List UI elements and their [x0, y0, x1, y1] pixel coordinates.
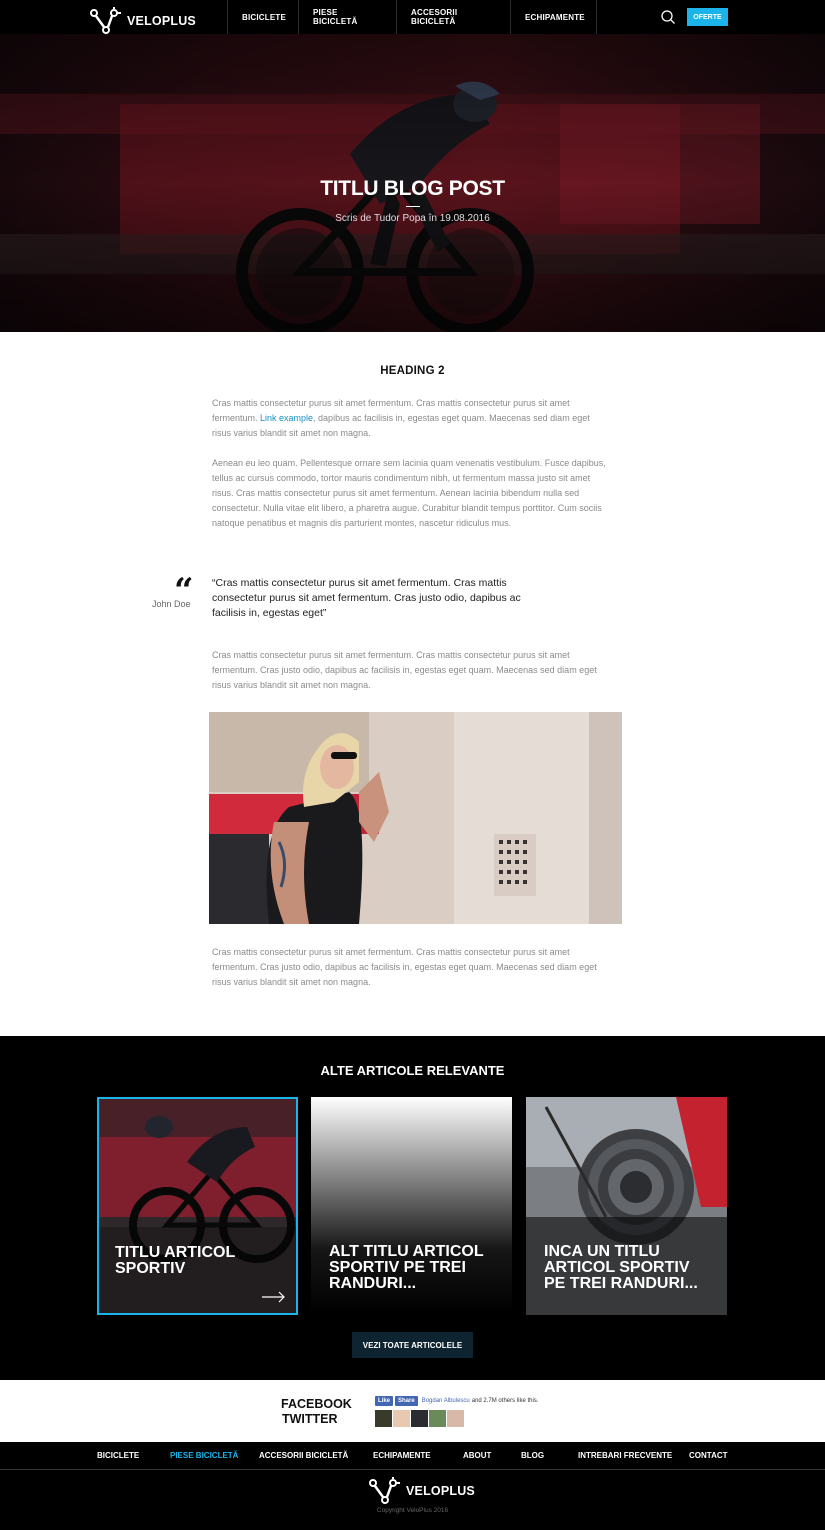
inline-link[interactable]: Link example: [260, 413, 313, 423]
avatar[interactable]: [429, 1410, 446, 1427]
related-card-2[interactable]: ALT TITLU ARTICOL SPORTIV PE TREI RANDUR…: [311, 1097, 512, 1315]
woman-with-sunglasses-image: [209, 712, 622, 924]
related-title: ALTE ARTICOLE RELEVANTE: [320, 1063, 505, 1078]
social-section: FACEBOOK TWITTER Like Share Bogdan Albul…: [0, 1380, 825, 1442]
facebook-like-widget: Like Share Bogdan Albulescu and 2.7M oth…: [375, 1396, 538, 1406]
veloplus-logo-icon: [369, 1477, 400, 1504]
article-paragraph-2: Aenean eu leo quam. Pellentesque ornare …: [212, 458, 606, 528]
top-navbar: VELOPLUS BICICLETE PIESE BICICLETĂ ACCES…: [0, 0, 825, 34]
fb-share-label: Share: [398, 1398, 415, 1404]
hero-banner: TITLU BLOG POST Scris de Tudor Popa în 1…: [0, 34, 825, 332]
card-1-title: TITLU ARTICOL SPORTIV: [115, 1244, 235, 1277]
nav-item-accesorii-bicicleta[interactable]: ACCESORII BICICLETĂ: [397, 0, 511, 34]
avatar[interactable]: [411, 1410, 428, 1427]
footer-brand-name: VELOPLUS: [406, 1484, 475, 1498]
nav-item-piese-bicicleta[interactable]: PIESE BICICLETĂ: [299, 0, 397, 34]
blockquote: “Cras mattis consectetur purus sit amet …: [212, 577, 521, 619]
avatar[interactable]: [447, 1410, 464, 1427]
title-divider: [406, 206, 420, 207]
see-all-articles-button[interactable]: VEZI TOATE ARTICOLELE: [352, 1332, 473, 1358]
offers-button[interactable]: OFERTE: [687, 8, 728, 26]
veloplus-logo-icon: [90, 7, 121, 34]
footer-logo[interactable]: VELOPLUS: [369, 1477, 475, 1505]
avatar[interactable]: [375, 1410, 392, 1427]
footer-nav-piese-bicicleta[interactable]: PIESE BICICLETĂ: [170, 1451, 238, 1460]
facebook-link[interactable]: FACEBOOK: [281, 1397, 352, 1412]
brand-name: VELOPLUS: [127, 14, 196, 28]
brand-logo[interactable]: VELOPLUS: [90, 7, 196, 35]
footer-nav-faq[interactable]: INTREBARI FRECVENTE: [578, 1451, 672, 1460]
fb-friend-name[interactable]: Bogdan Albulescu: [422, 1398, 470, 1404]
article-paragraph-4: Cras mattis consectetur purus sit amet f…: [212, 947, 597, 987]
quote-author: John Doe: [152, 599, 191, 609]
card-3-title: INCA UN TITLU ARTICOL SPORTIV PE TREI RA…: [544, 1243, 698, 1292]
search-icon[interactable]: [660, 9, 676, 25]
nav-item-echipamente[interactable]: ECHIPAMENTE: [511, 0, 597, 34]
fb-like-button[interactable]: Like: [375, 1396, 394, 1406]
footer: VELOPLUS Copyright VeloPlus 2016: [0, 1470, 825, 1530]
nav-item-biciclete[interactable]: BICICLETE: [228, 0, 299, 34]
arrow-right-icon[interactable]: [262, 1291, 286, 1303]
twitter-link[interactable]: TWITTER: [281, 1412, 352, 1427]
article-heading: HEADING 2: [380, 365, 445, 377]
social-links: FACEBOOK TWITTER: [281, 1397, 352, 1427]
fb-like-label: Like: [378, 1398, 391, 1404]
related-card-3[interactable]: INCA UN TITLU ARTICOL SPORTIV PE TREI RA…: [526, 1097, 727, 1315]
article-paragraph-3: Cras mattis consectetur purus sit amet f…: [212, 650, 597, 690]
footer-nav-contact[interactable]: CONTACT: [689, 1451, 728, 1460]
post-meta: Scris de Tudor Popa în 19.08.2016: [335, 213, 490, 224]
related-card-1[interactable]: TITLU ARTICOL SPORTIV: [97, 1097, 298, 1315]
related-articles: ALTE ARTICOLE RELEVANTE TITLU ARTICOL SP…: [0, 1036, 825, 1380]
main-menu: BICICLETE PIESE BICICLETĂ ACCESORII BICI…: [227, 0, 597, 34]
article-image: [209, 712, 622, 924]
footer-navbar: BICICLETE PIESE BICICLETĂ ACCESORII BICI…: [0, 1442, 825, 1470]
article-body: HEADING 2 Cras mattis consectetur purus …: [0, 332, 825, 1036]
article-paragraph-1: Cras mattis consectetur purus sit amet f…: [212, 396, 610, 441]
footer-nav-echipamente[interactable]: ECHIPAMENTE: [373, 1451, 431, 1460]
fb-like-count: and 2.7M others like this.: [471, 1398, 539, 1404]
footer-nav-accesorii-bicicleta[interactable]: ACCESORII BICICLETĂ: [259, 1451, 348, 1460]
fb-share-button[interactable]: Share: [395, 1396, 418, 1406]
footer-nav-biciclete[interactable]: BICICLETE: [97, 1451, 139, 1460]
footer-nav-blog[interactable]: BLOG: [521, 1451, 544, 1460]
fb-friend-avatars: [375, 1410, 464, 1427]
cyclist-card-image: [99, 1099, 296, 1313]
copyright: Copyright VeloPlus 2016: [376, 1507, 449, 1514]
post-title: TITLU BLOG POST: [320, 177, 505, 200]
card-2-title: ALT TITLU ARTICOL SPORTIV PE TREI RANDUR…: [329, 1243, 484, 1292]
footer-nav-about[interactable]: ABOUT: [463, 1451, 491, 1460]
avatar[interactable]: [393, 1410, 410, 1427]
